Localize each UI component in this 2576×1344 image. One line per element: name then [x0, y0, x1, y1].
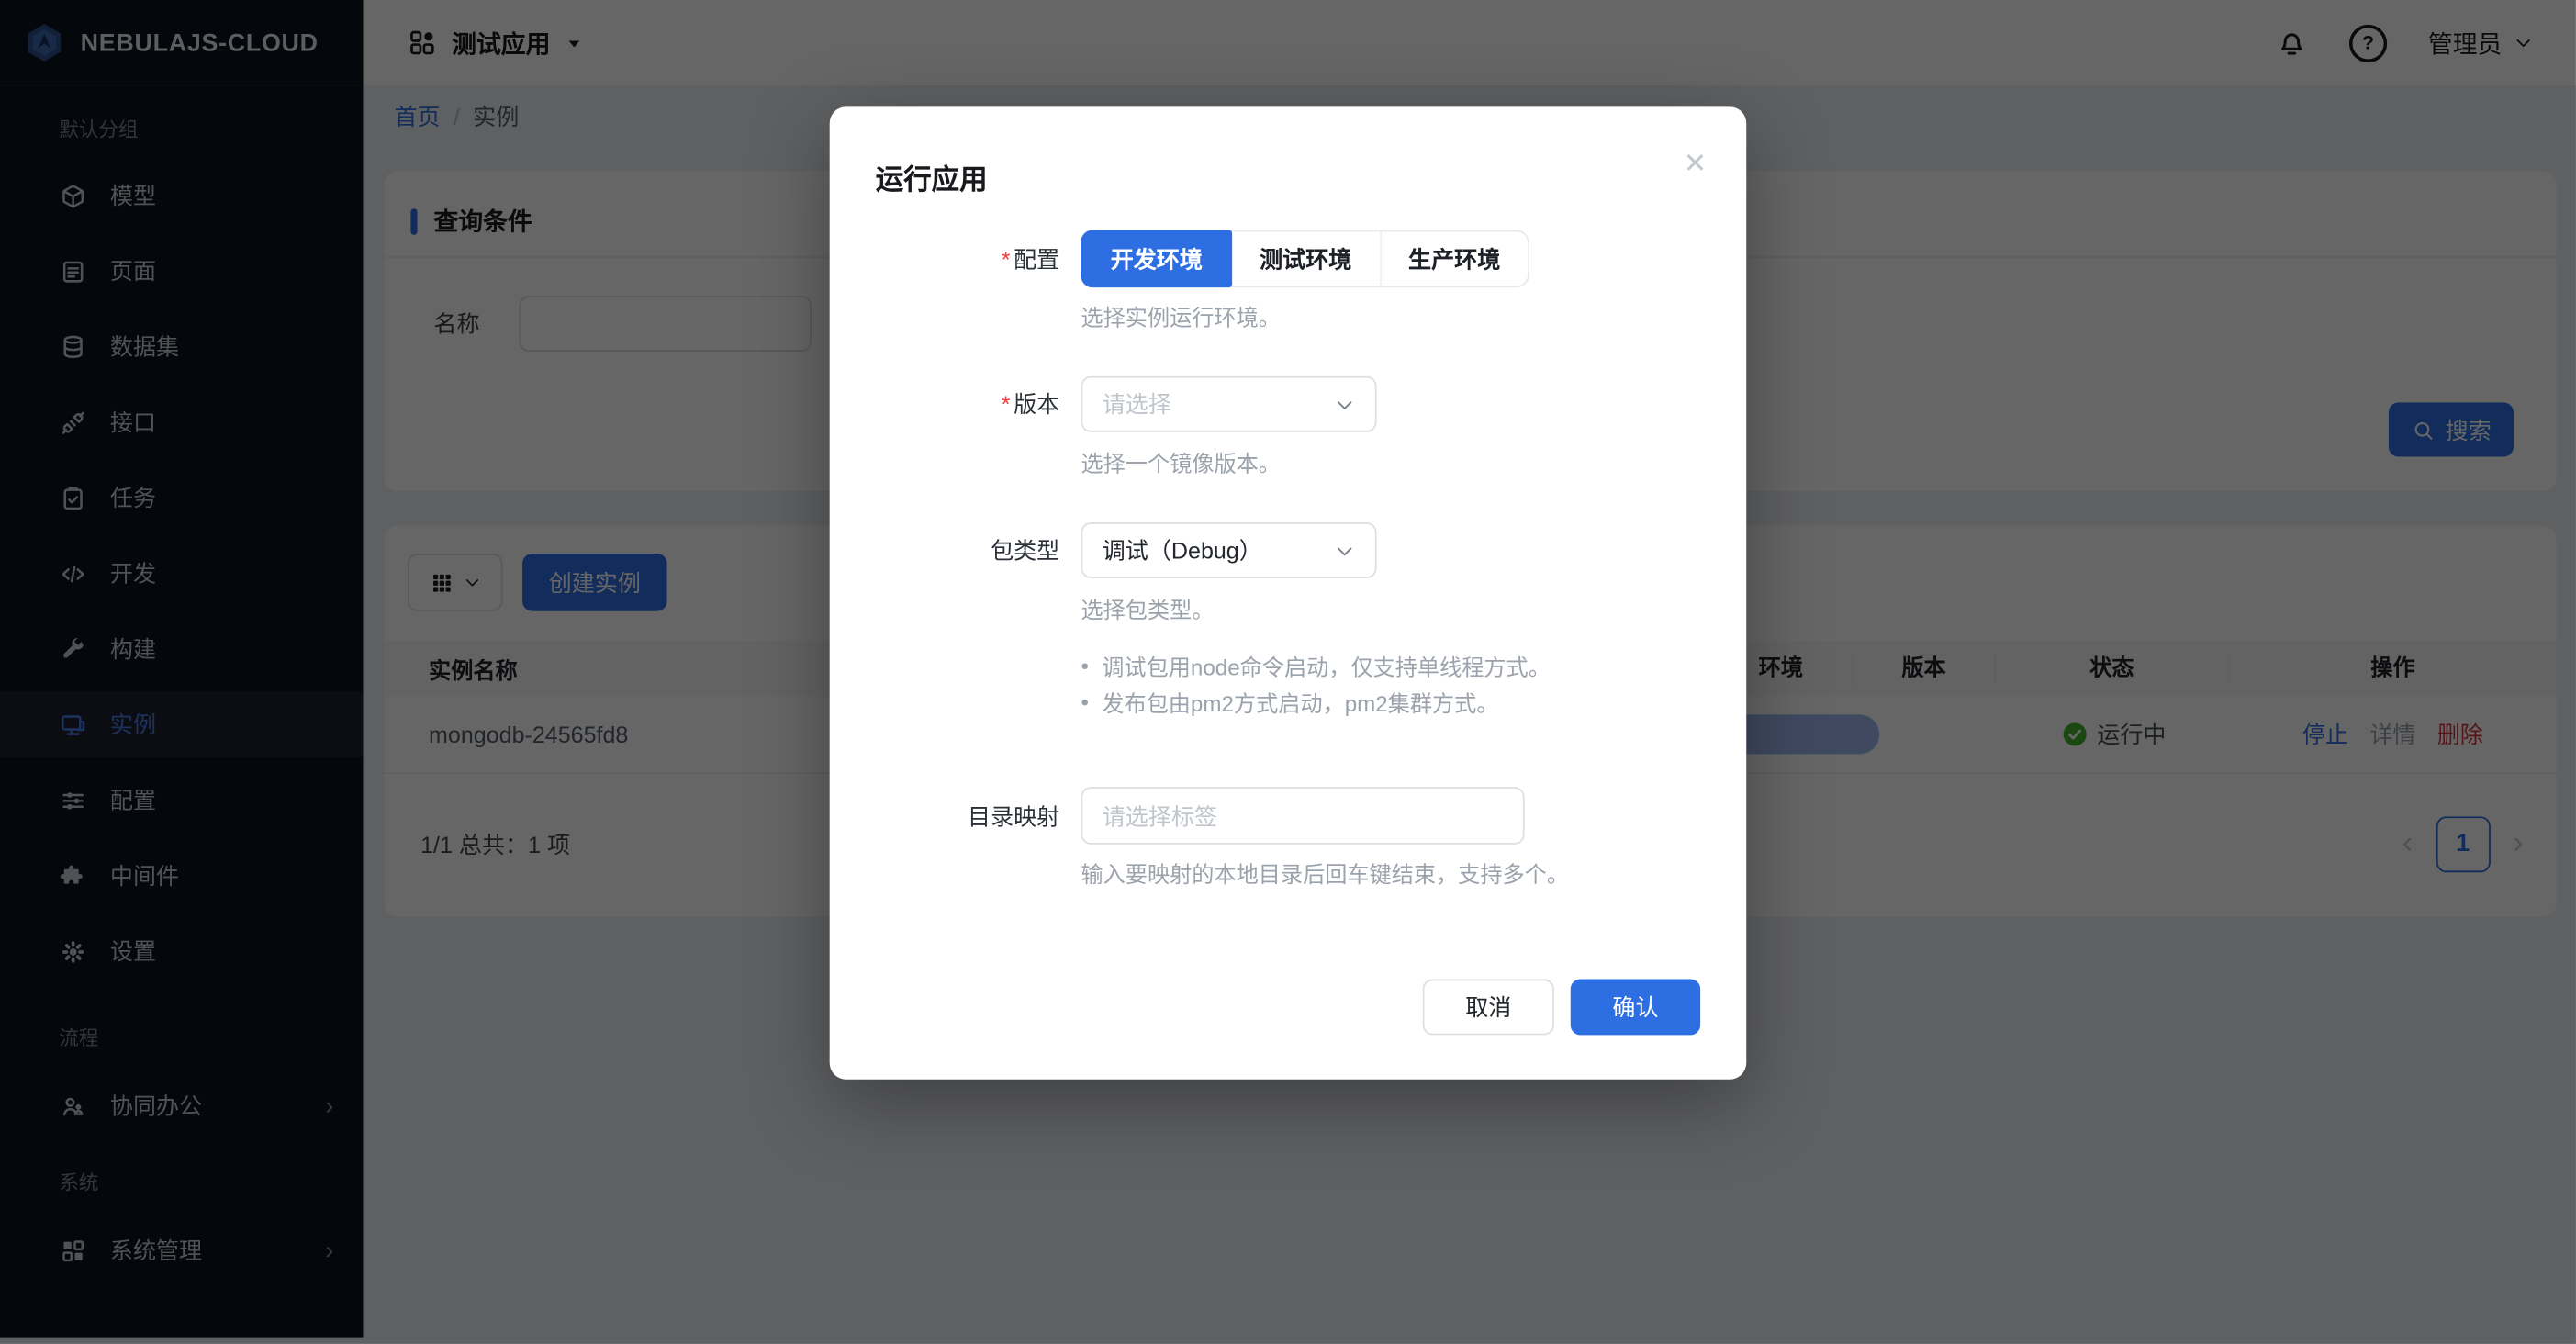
config-row: *配置 开发环境 测试环境 生产环境 [830, 230, 1529, 288]
bullet-icon: • [1081, 689, 1088, 714]
segment-test-environment[interactable]: 测试环境 [1232, 231, 1379, 286]
version-placeholder: 请选择 [1103, 387, 1171, 420]
package-note-debug: • 调试包用node命令启动，仅支持单线程方式。 [1081, 649, 1550, 682]
directory-mapping-input[interactable] [1081, 787, 1524, 845]
directory-mapping-help: 输入要映射的本地目录后回车键结束，支持多个。 [1081, 856, 1568, 889]
required-mark: * [1002, 246, 1011, 273]
package-type-help: 选择包类型。 [1081, 591, 1214, 624]
bullet-icon: • [1081, 653, 1088, 678]
chevron-down-icon [1334, 540, 1355, 561]
version-help: 选择一个镜像版本。 [1081, 445, 1280, 478]
segment-prod-environment[interactable]: 生产环境 [1379, 231, 1528, 286]
package-type-select[interactable]: 调试（Debug） [1081, 522, 1376, 578]
version-select[interactable]: 请选择 [1081, 376, 1376, 432]
package-note-release: • 发布包由pm2方式启动，pm2集群方式。 [1081, 685, 1498, 718]
directory-mapping-row: 目录映射 [830, 787, 1525, 845]
modal-title: 运行应用 [876, 156, 988, 197]
segment-dev-environment[interactable]: 开发环境 [1081, 230, 1232, 288]
cancel-button[interactable]: 取消 [1423, 980, 1554, 1036]
config-label: *配置 [830, 242, 1060, 275]
version-label: *版本 [830, 387, 1060, 420]
chevron-down-icon [1334, 394, 1355, 415]
config-help: 选择实例运行环境。 [1081, 299, 1280, 332]
required-mark: * [1002, 391, 1011, 418]
confirm-button[interactable]: 确认 [1571, 980, 1700, 1036]
package-type-value: 调试（Debug） [1103, 534, 1262, 567]
directory-mapping-label: 目录映射 [830, 800, 1060, 833]
run-app-modal: 运行应用 ✕ *配置 开发环境 测试环境 生产环境 选择实例运行环境。 *版本 … [830, 106, 1747, 1079]
package-type-row: 包类型 调试（Debug） [830, 522, 1377, 578]
environment-segmented-control: 开发环境 测试环境 生产环境 [1081, 230, 1529, 288]
modal-footer: 取消 确认 [1423, 980, 1700, 1036]
package-type-label: 包类型 [830, 534, 1060, 567]
version-row: *版本 请选择 [830, 376, 1377, 432]
close-icon[interactable]: ✕ [1684, 150, 1708, 177]
app-root: NEBULAJS-CLOUD 测试应用 [0, 0, 2576, 1344]
